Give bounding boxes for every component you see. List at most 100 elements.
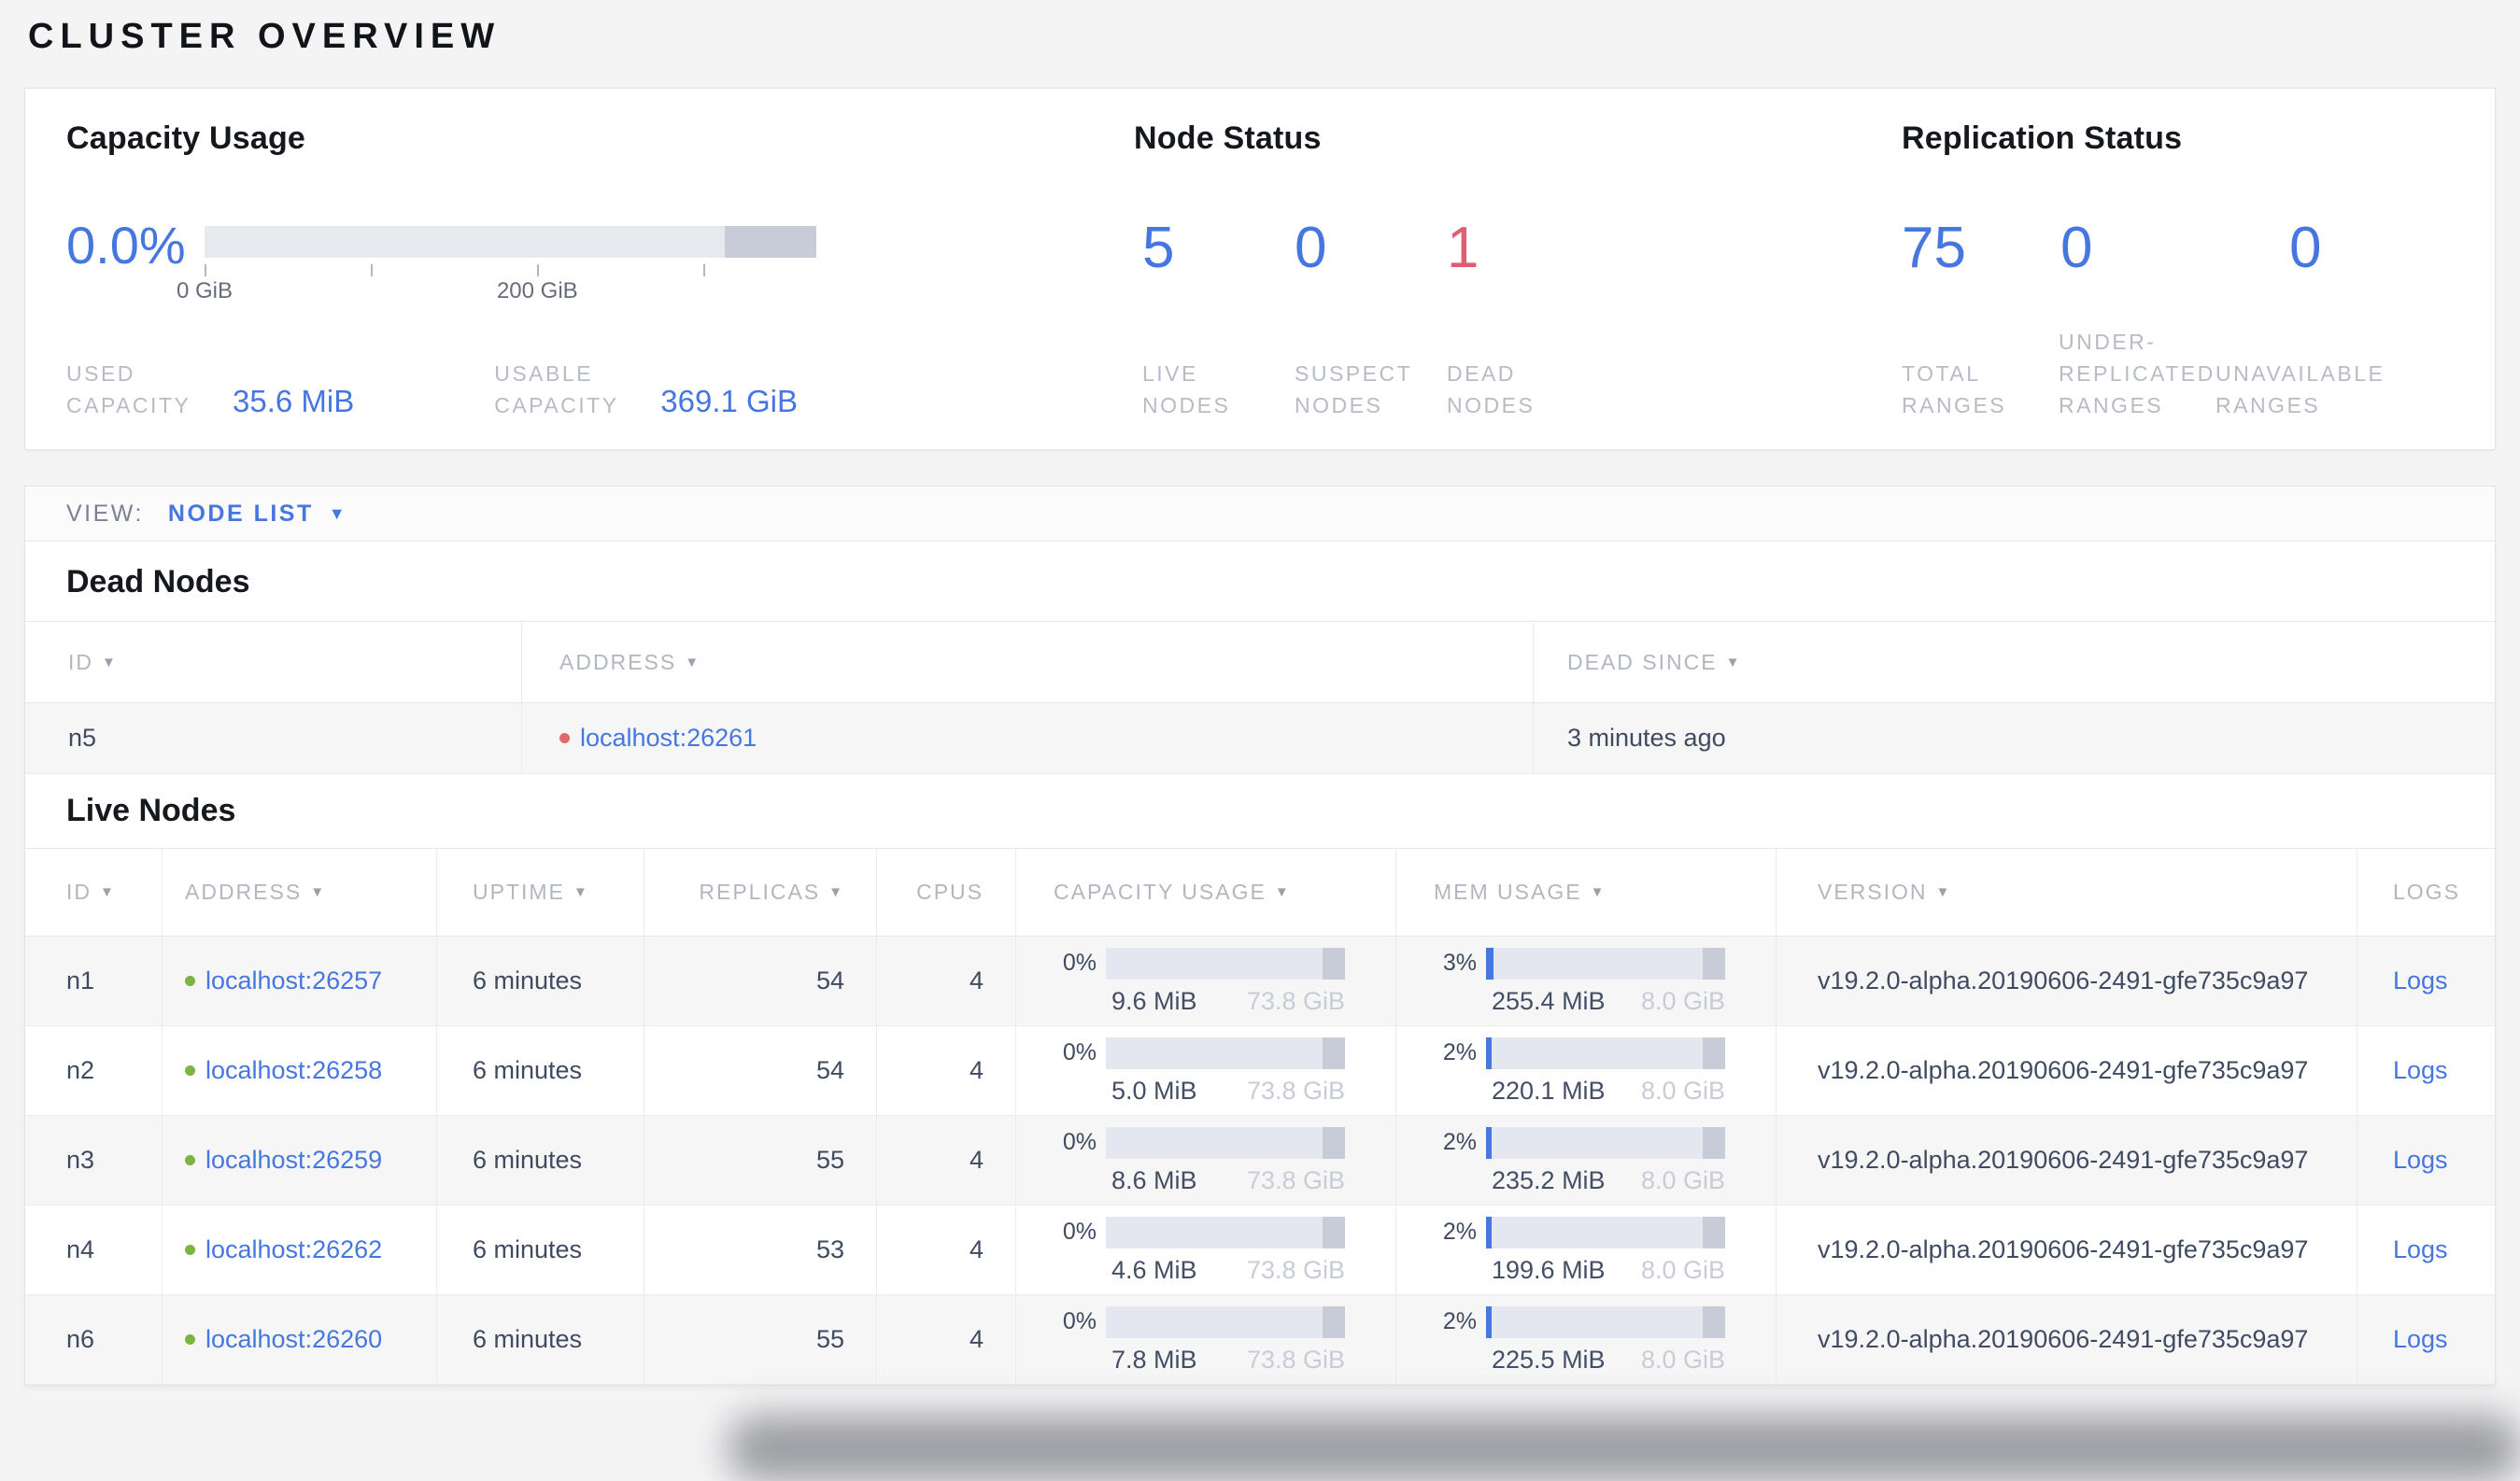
node-list-dropdown[interactable]: NODE LIST ▼ (168, 501, 346, 528)
mem-percent: 2% (1442, 1039, 1477, 1065)
capacity-used-percent: 0.0% (66, 216, 186, 275)
live-status-dot-icon (185, 1245, 195, 1255)
total-ranges-count: 75 (1902, 216, 1966, 280)
suspect-nodes-count: 0 (1295, 216, 1327, 280)
dead-nodes-heading: Dead Nodes (66, 564, 250, 599)
live-nodes-table: ID ▼ ADDRESS ▼ UPTIME ▼ REPLICAS ▼ CPUS (25, 848, 2495, 1385)
used-capacity-stat: USED CAPACITY 35.6 MiB (66, 358, 354, 421)
usable-capacity-stat: USABLE CAPACITY 369.1 GiB (494, 358, 798, 421)
dead-nodes-label: DEAD NODES (1447, 361, 1536, 417)
table-row: n2 localhost:26258 6 minutes 54 4 0% 5.0… (25, 1026, 2495, 1116)
capacity-used-value: 5.0 MiB (1111, 1076, 1197, 1105)
logs-link[interactable]: Logs (2393, 1056, 2448, 1085)
sort-arrow-icon: ▼ (102, 654, 118, 670)
live-col-header-address[interactable]: ADDRESS ▼ (162, 849, 436, 936)
capacity-percent: 0% (1062, 950, 1097, 976)
capacity-bar-reserved-segment (1322, 947, 1345, 980)
mem-total-value: 8.0 GiB (1640, 1255, 1725, 1284)
table-row: n3 localhost:26259 6 minutes 55 4 0% 8.6… (25, 1116, 2495, 1206)
capacity-bar-reserved-segment (1322, 1305, 1345, 1338)
logs-link[interactable]: Logs (2393, 1325, 2448, 1354)
logs-link[interactable]: Logs (2393, 1235, 2448, 1264)
capacity-bar (1106, 1037, 1345, 1069)
live-col-header-logs: LOGS (2357, 849, 2495, 936)
mem-bar (1486, 1305, 1725, 1338)
replicas-value: 53 (644, 1206, 876, 1294)
capacity-bar (1106, 1126, 1345, 1159)
capacity-usage-cell: 0% 5.0 MiB 73.8 GiB (1015, 1026, 1395, 1115)
mem-usage-cell: 3% 255.4 MiB 8.0 GiB (1395, 937, 1776, 1025)
total-ranges-label: TOTAL RANGES (1902, 361, 2007, 417)
mem-total-value: 8.0 GiB (1640, 1345, 1725, 1374)
live-col-header-uptime[interactable]: UPTIME ▼ (436, 849, 644, 936)
node-address-link[interactable]: localhost:26262 (205, 1235, 382, 1264)
logs-link[interactable]: Logs (2393, 966, 2448, 995)
mem-usage-cell: 2% 220.1 MiB 8.0 GiB (1395, 1026, 1776, 1115)
replicas-value: 54 (644, 937, 876, 1025)
capacity-total-value: 73.8 GiB (1246, 1345, 1345, 1374)
mem-bar-reserved-segment (1702, 1126, 1725, 1159)
capacity-usage-cell: 0% 8.6 MiB 73.8 GiB (1015, 1116, 1395, 1205)
mem-percent: 2% (1442, 1308, 1477, 1334)
replicas-value: 55 (644, 1295, 876, 1384)
node-address-link[interactable]: localhost:26257 (205, 966, 382, 995)
dead-col-header-dead-since[interactable]: DEAD SINCE ▼ (1533, 622, 2495, 702)
capacity-used-value: 9.6 MiB (1111, 986, 1197, 1015)
sort-arrow-icon: ▼ (100, 884, 116, 900)
used-capacity-value: 35.6 MiB (233, 384, 355, 418)
axis-label-start: 0 GiB (176, 278, 234, 303)
capacity-percent: 0% (1062, 1039, 1097, 1065)
view-bar: VIEW: NODE LIST ▼ (24, 486, 2496, 542)
mem-percent: 2% (1442, 1129, 1477, 1155)
node-address-link[interactable]: localhost:26259 (205, 1146, 382, 1175)
unavailable-ranges-label: UNAVAILABLE RANGES (2216, 361, 2386, 417)
sort-arrow-icon: ▼ (1274, 884, 1291, 900)
live-col-header-capacity-usage[interactable]: CAPACITY USAGE ▼ (1015, 849, 1395, 936)
live-col-header-mem-usage[interactable]: MEM USAGE ▼ (1395, 849, 1776, 936)
dead-nodes-table: ID ▼ ADDRESS ▼ DEAD SINCE ▼ n5 localhost… (25, 621, 2495, 774)
capacity-percent: 0% (1062, 1219, 1097, 1245)
table-row: n5 localhost:26261 3 minutes ago (25, 703, 2495, 774)
sort-arrow-icon: ▼ (310, 884, 327, 900)
dead-col-header-address[interactable]: ADDRESS ▼ (521, 622, 1533, 702)
version-value: v19.2.0-alpha.20190606-2491-gfe735c9a97 (1776, 1206, 2357, 1294)
node-status-heading: Node Status (1134, 120, 1322, 156)
sort-arrow-icon: ▼ (685, 654, 701, 670)
capacity-percent: 0% (1062, 1129, 1097, 1155)
chevron-down-icon: ▼ (328, 503, 346, 523)
cluster-overview-page: CLUSTER OVERVIEW Capacity Usage 0.0% 0 G… (0, 15, 2520, 1386)
capacity-bar-track (205, 226, 816, 258)
capacity-total-value: 73.8 GiB (1246, 1255, 1345, 1284)
view-selected-value: NODE LIST (167, 500, 314, 527)
node-id: n2 (66, 1056, 95, 1084)
node-address-link[interactable]: localhost:26258 (205, 1056, 382, 1085)
dead-nodes-count: 1 (1447, 216, 1479, 280)
table-row: n1 localhost:26257 6 minutes 54 4 0% 9.6… (25, 937, 2495, 1026)
live-col-header-replicas[interactable]: REPLICAS ▼ (644, 849, 876, 936)
live-col-header-id[interactable]: ID ▼ (25, 849, 162, 936)
sort-arrow-icon: ▼ (573, 884, 589, 900)
live-col-header-version[interactable]: VERSION ▼ (1776, 849, 2357, 936)
live-nodes-heading: Live Nodes (66, 793, 236, 828)
mem-usage-cell: 2% 199.6 MiB 8.0 GiB (1395, 1206, 1776, 1294)
view-label: VIEW: (66, 500, 144, 527)
version-value: v19.2.0-alpha.20190606-2491-gfe735c9a97 (1776, 1026, 2357, 1115)
table-row: n4 localhost:26262 6 minutes 53 4 0% 4.6… (25, 1206, 2495, 1295)
window-edge-shadow (729, 1416, 2520, 1481)
node-address-link[interactable]: localhost:26261 (580, 724, 757, 753)
under-replicated-ranges-label: UNDER-REPLICATED RANGES (2059, 330, 2216, 417)
replicas-value: 55 (644, 1116, 876, 1205)
mem-usage-cell: 2% 225.5 MiB 8.0 GiB (1395, 1295, 1776, 1384)
capacity-percent: 0% (1062, 1308, 1097, 1334)
capacity-bar (1106, 1216, 1345, 1248)
capacity-bar-reserved-segment (724, 226, 816, 258)
mem-bar (1486, 1216, 1725, 1248)
logs-link[interactable]: Logs (2393, 1146, 2448, 1175)
node-address-link[interactable]: localhost:26260 (205, 1325, 382, 1354)
version-value: v19.2.0-alpha.20190606-2491-gfe735c9a97 (1776, 1116, 2357, 1205)
capacity-usage-heading: Capacity Usage (66, 120, 306, 156)
capacity-bar-reserved-segment (1322, 1216, 1345, 1248)
mem-used-value: 235.2 MiB (1492, 1165, 1606, 1194)
node-id: n5 (68, 724, 97, 752)
dead-col-header-id[interactable]: ID ▼ (25, 622, 521, 702)
